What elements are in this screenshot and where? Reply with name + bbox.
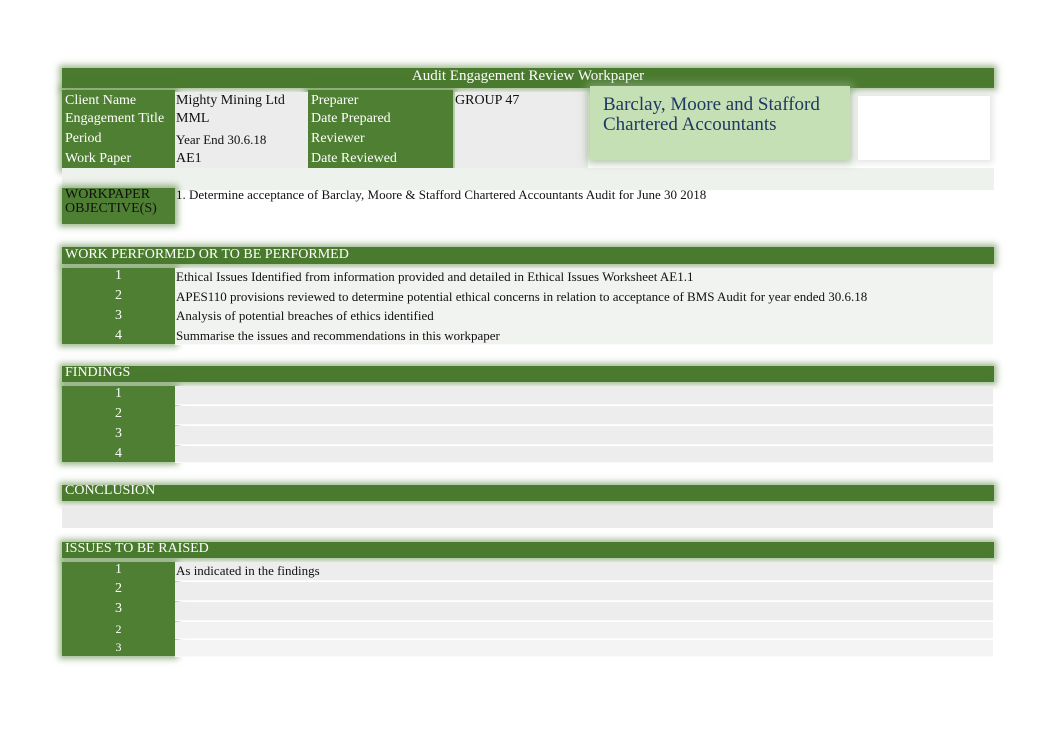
issue-row[interactable] (175, 622, 993, 639)
findings-heading-bar (62, 366, 994, 382)
objective-label-line2: OBJECTIVE(S) (65, 201, 157, 216)
issue-num: 2 (115, 581, 122, 596)
work-num: 2 (115, 288, 122, 303)
work-item[interactable]: Analysis of potential breaches of ethics… (176, 308, 434, 324)
findings-heading: FINDINGS (65, 365, 131, 380)
reviewer-label: Reviewer (311, 131, 365, 146)
engagement-title-label: Engagement Title (65, 111, 165, 126)
finding-row[interactable] (175, 446, 993, 463)
finding-num: 3 (115, 426, 122, 441)
work-num: 4 (115, 328, 122, 343)
engagement-title[interactable]: MML (176, 111, 209, 127)
objective-label: WORKPAPER OBJECTIVE(S) (65, 188, 157, 216)
conclusion-heading: CONCLUSION (65, 483, 156, 498)
issue-item[interactable]: As indicated in the findings (176, 563, 320, 579)
issue-row[interactable] (175, 602, 993, 621)
finding-num: 4 (115, 446, 122, 461)
page-title: Audit Engagement Review Workpaper (411, 68, 645, 84)
issue-num: 1 (115, 562, 122, 577)
finding-row[interactable] (175, 406, 993, 425)
period[interactable]: Year End 30.6.18 (176, 132, 266, 148)
preparer[interactable]: GROUP 47 (455, 93, 519, 109)
work-item[interactable]: Summarise the issues and recommendations… (176, 328, 500, 344)
client-name[interactable]: Mighty Mining Ltd (176, 93, 285, 109)
issue-row[interactable] (175, 640, 993, 657)
issue-num: 3 (115, 601, 122, 616)
blank-box (858, 96, 990, 160)
work-num: 1 (115, 268, 122, 283)
finding-row[interactable] (175, 386, 993, 405)
preparer-label: Preparer (311, 93, 359, 108)
objective-text[interactable]: 1. Determine acceptance of Barclay, Moor… (176, 187, 706, 203)
work-num: 3 (115, 308, 122, 323)
finding-row[interactable] (175, 426, 993, 445)
issue-row[interactable] (175, 582, 993, 601)
period-label: Period (65, 131, 102, 146)
issue-num: 2 (115, 622, 122, 636)
finding-num: 1 (115, 386, 122, 401)
date-reviewed-label: Date Reviewed (311, 151, 397, 166)
issue-num: 3 (115, 640, 122, 654)
conclusion-heading-bar (62, 485, 994, 501)
firm-logo-box: Barclay, Moore and Stafford Chartered Ac… (590, 86, 850, 160)
work-item[interactable]: APES110 provisions reviewed to determine… (176, 289, 867, 305)
work-paper-label: Work Paper (65, 151, 132, 166)
objective-label-line1: WORKPAPER (65, 187, 151, 202)
firm-name-line1: Barclay, Moore and Stafford (603, 94, 820, 115)
firm-name-line2: Chartered Accountants (603, 114, 777, 135)
work-paper[interactable]: AE1 (176, 151, 202, 167)
work-item[interactable]: Ethical Issues Identified from informati… (176, 269, 694, 285)
finding-num: 2 (115, 406, 122, 421)
conclusion-field[interactable] (62, 506, 993, 528)
issues-heading: ISSUES TO BE RAISED (65, 541, 209, 556)
work-heading: WORK PERFORMED OR TO BE PERFORMED (65, 247, 349, 262)
date-prepared-label: Date Prepared (311, 111, 391, 126)
client-name-label: Client Name (65, 93, 137, 108)
